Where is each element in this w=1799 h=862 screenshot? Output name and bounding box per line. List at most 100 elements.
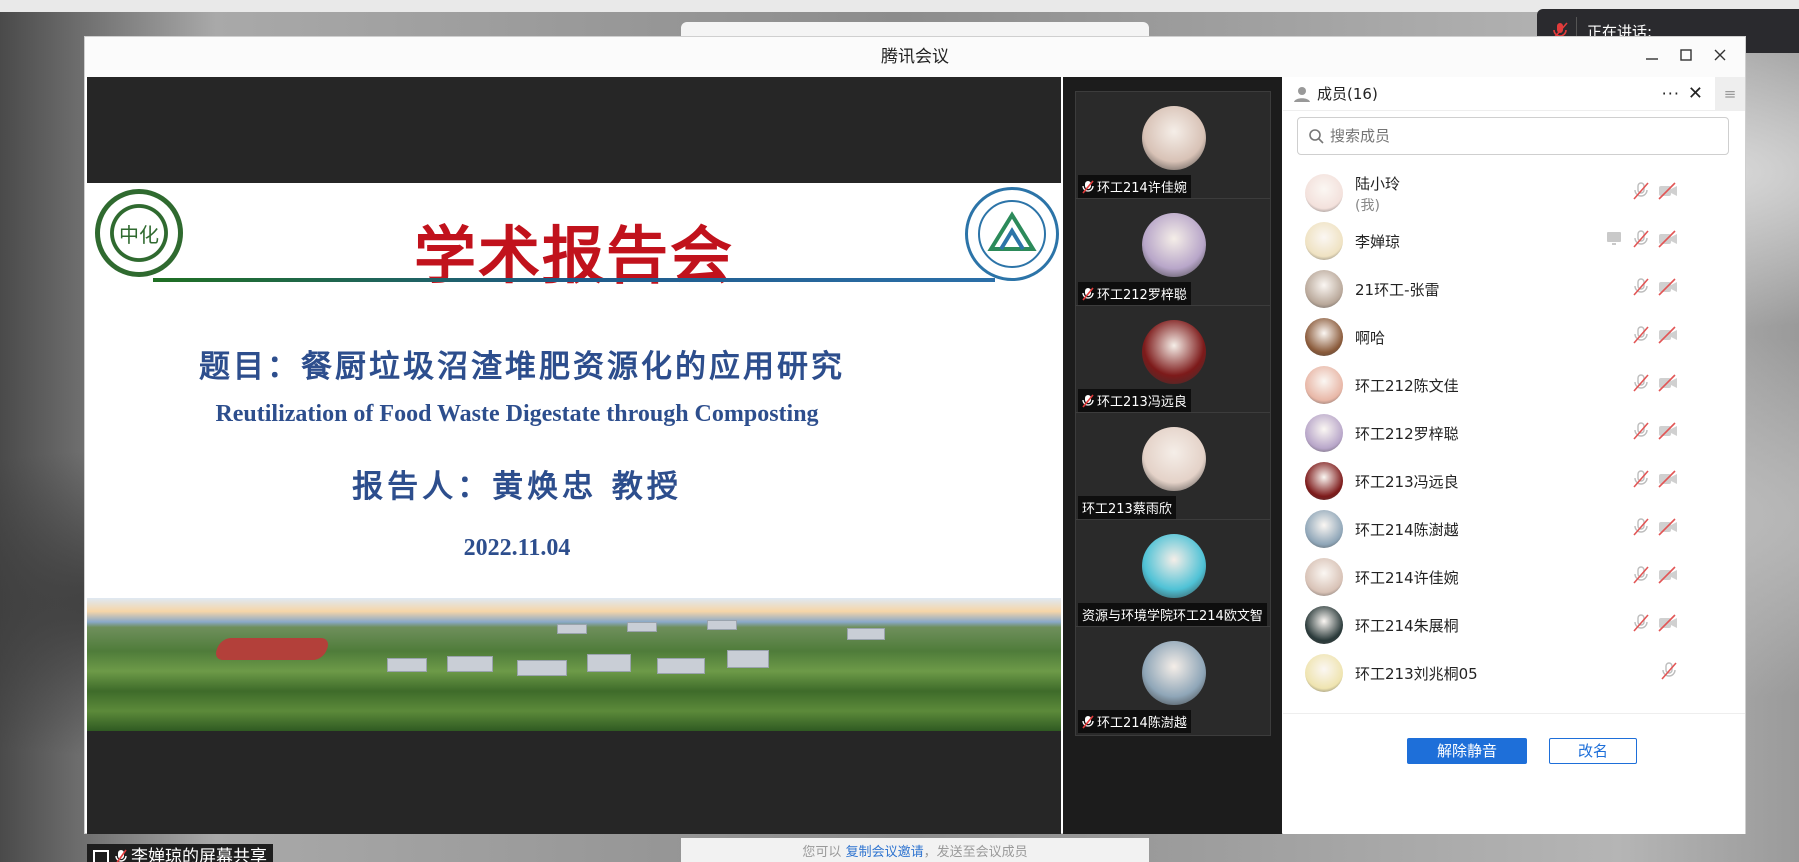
- unmute-button[interactable]: 解除静音: [1407, 738, 1527, 764]
- camera-off-icon[interactable]: [1657, 469, 1679, 491]
- member-search[interactable]: [1297, 117, 1729, 155]
- muted-mic-icon[interactable]: [1631, 613, 1653, 635]
- title-underline: [153, 278, 995, 282]
- muted-mic-icon[interactable]: [1631, 229, 1653, 251]
- copy-invite-link[interactable]: 复制会议邀请: [846, 845, 924, 860]
- video-tile[interactable]: 环工214陈澍越: [1075, 626, 1271, 736]
- video-tile-label: 环工214陈澍越: [1097, 716, 1187, 731]
- minimize-icon: [1646, 58, 1658, 60]
- member-list: 陆小玲 (我) 李婵琼 21环工-张雷啊哈环工212陈文佳 环工212罗梓聪 环工213冯…: [1283, 165, 1745, 715]
- background-dialog-footer: 您可以 复制会议邀请，发送至会议成员: [681, 838, 1149, 862]
- muted-mic-icon: [1082, 286, 1094, 301]
- member-name: 李婵琼: [1355, 233, 1401, 251]
- video-tile[interactable]: 环工214许佳婉: [1075, 91, 1271, 201]
- member-row[interactable]: 21环工-张雷: [1283, 261, 1745, 316]
- panel-footer: 解除静音 改名: [1283, 713, 1745, 834]
- video-tile-label: 环工214许佳婉: [1097, 181, 1187, 196]
- member-name: 陆小玲: [1355, 175, 1401, 193]
- video-tile[interactable]: 环工213冯远良: [1075, 305, 1271, 415]
- video-tile-label: 资源与环境学院环工214欧文智: [1082, 609, 1263, 624]
- video-tile-label: 环工213蔡雨欣: [1082, 502, 1172, 517]
- video-tile-label: 环工213冯远良: [1097, 395, 1187, 410]
- search-input[interactable]: [1330, 127, 1710, 145]
- avatar: [1305, 174, 1343, 212]
- muted-mic-icon[interactable]: [1631, 325, 1653, 347]
- member-row[interactable]: 环工213刘兆桐05: [1283, 645, 1745, 700]
- member-row[interactable]: 环工213冯远良: [1283, 453, 1745, 508]
- camera-off-icon[interactable]: [1657, 613, 1679, 635]
- video-tile[interactable]: 环工212罗梓聪: [1075, 198, 1271, 308]
- video-tile[interactable]: 环工213蔡雨欣: [1075, 412, 1271, 522]
- video-tile-name: 环工213冯远良: [1078, 389, 1191, 412]
- camera-off-icon[interactable]: [1657, 565, 1679, 587]
- member-row[interactable]: 陆小玲 (我): [1283, 165, 1745, 220]
- meeting-window: 腾讯会议 中化 学术报告会 题目：餐厨垃圾沼渣堆肥资源化的应用研究 Reutil…: [84, 36, 1746, 862]
- maximize-button[interactable]: [1671, 37, 1701, 77]
- member-name: 环工212陈文佳: [1355, 377, 1459, 395]
- member-row[interactable]: 啊哈: [1283, 309, 1745, 364]
- muted-mic-icon[interactable]: [1631, 565, 1653, 587]
- camera-off-icon[interactable]: [1657, 181, 1679, 203]
- member-row[interactable]: 环工212陈文佳: [1283, 357, 1745, 412]
- member-name: 21环工-张雷: [1355, 281, 1440, 299]
- member-name: 环工214朱展桐: [1355, 617, 1459, 635]
- video-tile-name: 资源与环境学院环工214欧文智: [1078, 603, 1267, 626]
- camera-off-icon[interactable]: [1657, 277, 1679, 299]
- title-bar: 腾讯会议: [85, 37, 1745, 77]
- close-button[interactable]: [1705, 37, 1735, 77]
- avatar: [1305, 270, 1343, 308]
- screen-share-icon: [1605, 229, 1627, 251]
- camera-off-icon[interactable]: [1657, 229, 1679, 251]
- minimize-button[interactable]: [1637, 37, 1667, 77]
- screen-share-icon: [93, 850, 109, 862]
- camera-off-icon[interactable]: [1657, 517, 1679, 539]
- panel-menu-button[interactable]: ≡: [1715, 76, 1745, 111]
- video-tile-strip: 环工214许佳婉 环工212罗梓聪 环工213冯远良环工213蔡雨欣资源与环境学院环…: [1063, 77, 1282, 834]
- member-name: 环工213冯远良: [1355, 473, 1459, 491]
- avatar: [1305, 462, 1343, 500]
- muted-mic-icon[interactable]: [1631, 373, 1653, 395]
- video-tile-name: 环工213蔡雨欣: [1078, 496, 1176, 519]
- slide-topic: 题目：餐厨垃圾沼渣堆肥资源化的应用研究: [199, 349, 845, 385]
- member-row[interactable]: 环工212罗梓聪: [1283, 405, 1745, 460]
- member-name: 环工212罗梓聪: [1355, 425, 1459, 443]
- member-row[interactable]: 环工214陈澍越: [1283, 501, 1745, 556]
- muted-mic-icon[interactable]: [1631, 421, 1653, 443]
- avatar: [1305, 222, 1343, 260]
- members-header: 成员(16) ··· ✕ ≡: [1283, 76, 1745, 111]
- screen-share-text: 李婵琼的屏幕共享: [131, 847, 267, 862]
- rename-button[interactable]: 改名: [1549, 738, 1637, 764]
- members-panel: 成员(16) ··· ✕ ≡ 陆小玲 (我) 李婵琼 21环工-张雷啊哈环工212陈文…: [1283, 76, 1745, 834]
- member-row[interactable]: 李婵琼: [1283, 213, 1745, 268]
- video-tile[interactable]: 资源与环境学院环工214欧文智: [1075, 519, 1271, 629]
- member-row[interactable]: 环工214许佳婉: [1283, 549, 1745, 604]
- avatar: [1142, 641, 1206, 705]
- muted-mic-icon[interactable]: [1659, 661, 1681, 683]
- close-panel-button[interactable]: ✕: [1688, 83, 1703, 104]
- camera-off-icon[interactable]: [1657, 421, 1679, 443]
- video-tile-name: 环工212罗梓聪: [1078, 282, 1191, 305]
- more-options-button[interactable]: ···: [1662, 84, 1680, 103]
- avatar: [1142, 534, 1206, 598]
- maximize-icon: [1680, 49, 1692, 61]
- avatar: [1142, 320, 1206, 384]
- avatar: [1142, 427, 1206, 491]
- avatar: [1305, 510, 1343, 548]
- muted-mic-icon[interactable]: [1631, 517, 1653, 539]
- top-strip: [0, 0, 1799, 12]
- screen-share-label: 李婵琼的屏幕共享: [87, 844, 273, 862]
- video-tile-name: 环工214许佳婉: [1078, 175, 1191, 198]
- muted-mic-icon[interactable]: [1631, 469, 1653, 491]
- avatar: [1142, 106, 1206, 170]
- video-tile-label: 环工212罗梓聪: [1097, 288, 1187, 303]
- camera-off-icon[interactable]: [1657, 373, 1679, 395]
- camera-off-icon[interactable]: [1657, 325, 1679, 347]
- muted-mic-icon[interactable]: [1631, 181, 1653, 203]
- member-self-tag: (我): [1355, 198, 1380, 214]
- avatar: [1305, 366, 1343, 404]
- campus-photo: [87, 598, 1061, 731]
- muted-mic-icon[interactable]: [1631, 277, 1653, 299]
- slide-date: 2022.11.04: [463, 535, 571, 561]
- member-name: 环工214许佳婉: [1355, 569, 1459, 587]
- member-row[interactable]: 环工214朱展桐: [1283, 597, 1745, 652]
